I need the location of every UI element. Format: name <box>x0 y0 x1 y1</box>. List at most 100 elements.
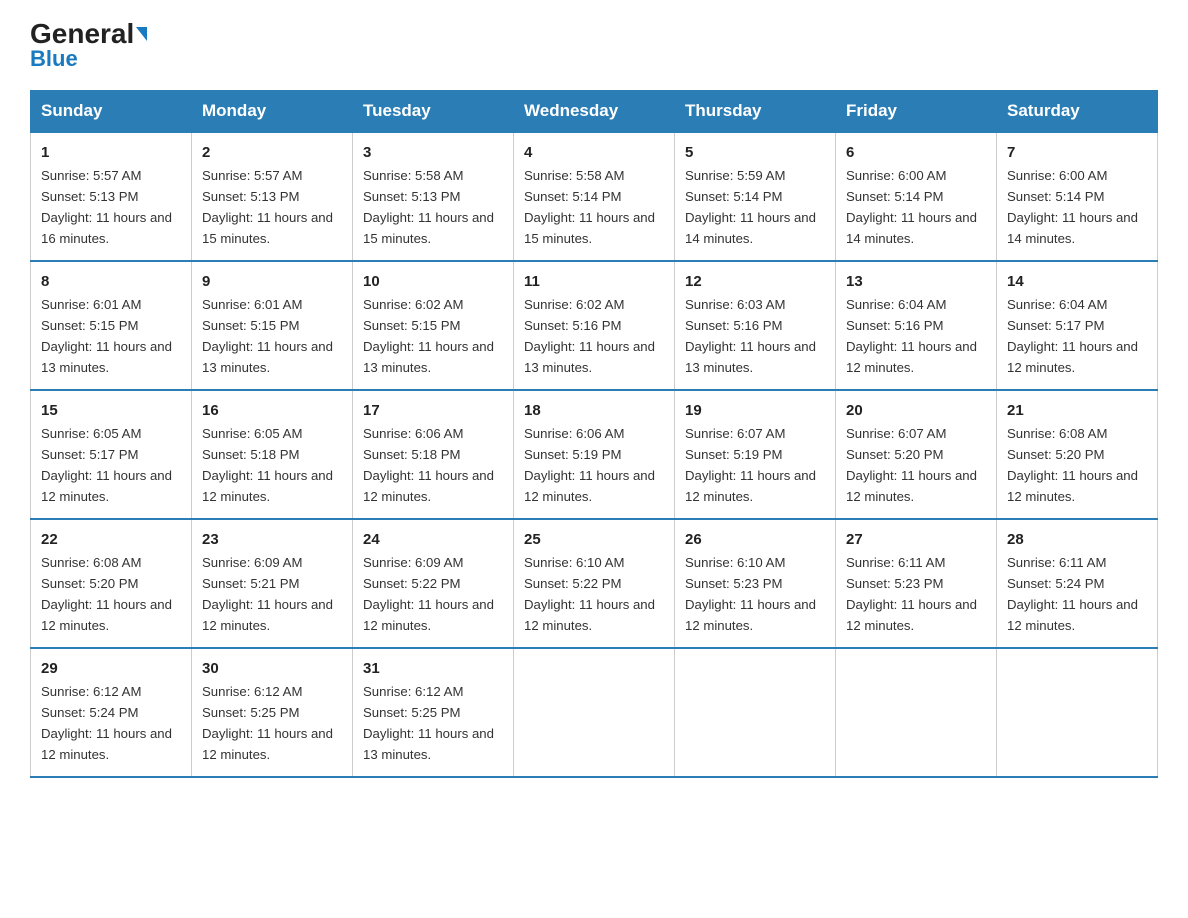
sunrise-info: Sunrise: 5:57 AM <box>202 168 302 183</box>
calendar-cell: 9 Sunrise: 6:01 AM Sunset: 5:15 PM Dayli… <box>192 261 353 390</box>
calendar-cell: 25 Sunrise: 6:10 AM Sunset: 5:22 PM Dayl… <box>514 519 675 648</box>
calendar-cell: 15 Sunrise: 6:05 AM Sunset: 5:17 PM Dayl… <box>31 390 192 519</box>
sunset-info: Sunset: 5:17 PM <box>1007 318 1105 333</box>
daylight-info: Daylight: 11 hours and 12 minutes. <box>363 597 494 633</box>
weekday-header-monday: Monday <box>192 91 353 133</box>
calendar-cell: 14 Sunrise: 6:04 AM Sunset: 5:17 PM Dayl… <box>997 261 1158 390</box>
sunset-info: Sunset: 5:20 PM <box>41 576 139 591</box>
sunrise-info: Sunrise: 6:09 AM <box>363 555 463 570</box>
sunset-info: Sunset: 5:20 PM <box>846 447 944 462</box>
day-number: 24 <box>363 528 503 551</box>
day-number: 17 <box>363 399 503 422</box>
sunset-info: Sunset: 5:17 PM <box>41 447 139 462</box>
calendar-cell: 22 Sunrise: 6:08 AM Sunset: 5:20 PM Dayl… <box>31 519 192 648</box>
sunrise-info: Sunrise: 6:11 AM <box>846 555 945 570</box>
sunrise-info: Sunrise: 6:10 AM <box>524 555 624 570</box>
logo-general: General <box>30 20 147 48</box>
daylight-info: Daylight: 11 hours and 12 minutes. <box>1007 339 1138 375</box>
logo-blue: Blue <box>30 46 78 72</box>
sunrise-info: Sunrise: 6:07 AM <box>685 426 785 441</box>
daylight-info: Daylight: 11 hours and 13 minutes. <box>202 339 333 375</box>
sunrise-info: Sunrise: 6:06 AM <box>524 426 624 441</box>
sunset-info: Sunset: 5:22 PM <box>363 576 461 591</box>
day-number: 2 <box>202 141 342 164</box>
sunset-info: Sunset: 5:16 PM <box>846 318 944 333</box>
day-number: 5 <box>685 141 825 164</box>
calendar-cell: 23 Sunrise: 6:09 AM Sunset: 5:21 PM Dayl… <box>192 519 353 648</box>
sunrise-info: Sunrise: 5:57 AM <box>41 168 141 183</box>
day-number: 9 <box>202 270 342 293</box>
daylight-info: Daylight: 11 hours and 15 minutes. <box>202 210 333 246</box>
sunset-info: Sunset: 5:23 PM <box>685 576 783 591</box>
weekday-header-thursday: Thursday <box>675 91 836 133</box>
sunset-info: Sunset: 5:19 PM <box>524 447 622 462</box>
day-number: 11 <box>524 270 664 293</box>
sunrise-info: Sunrise: 6:12 AM <box>363 684 463 699</box>
sunset-info: Sunset: 5:24 PM <box>1007 576 1105 591</box>
calendar-cell: 1 Sunrise: 5:57 AM Sunset: 5:13 PM Dayli… <box>31 132 192 261</box>
sunset-info: Sunset: 5:14 PM <box>846 189 944 204</box>
calendar-cell: 18 Sunrise: 6:06 AM Sunset: 5:19 PM Dayl… <box>514 390 675 519</box>
calendar-cell: 31 Sunrise: 6:12 AM Sunset: 5:25 PM Dayl… <box>353 648 514 777</box>
day-number: 16 <box>202 399 342 422</box>
sunset-info: Sunset: 5:21 PM <box>202 576 300 591</box>
sunrise-info: Sunrise: 6:11 AM <box>1007 555 1106 570</box>
daylight-info: Daylight: 11 hours and 12 minutes. <box>1007 597 1138 633</box>
sunrise-info: Sunrise: 6:10 AM <box>685 555 785 570</box>
day-number: 20 <box>846 399 986 422</box>
sunrise-info: Sunrise: 6:09 AM <box>202 555 302 570</box>
daylight-info: Daylight: 11 hours and 12 minutes. <box>202 468 333 504</box>
calendar-cell <box>997 648 1158 777</box>
calendar-cell: 26 Sunrise: 6:10 AM Sunset: 5:23 PM Dayl… <box>675 519 836 648</box>
day-number: 23 <box>202 528 342 551</box>
sunrise-info: Sunrise: 6:07 AM <box>846 426 946 441</box>
day-number: 4 <box>524 141 664 164</box>
daylight-info: Daylight: 11 hours and 12 minutes. <box>41 726 172 762</box>
day-number: 25 <box>524 528 664 551</box>
sunrise-info: Sunrise: 5:58 AM <box>524 168 624 183</box>
sunset-info: Sunset: 5:14 PM <box>1007 189 1105 204</box>
sunset-info: Sunset: 5:15 PM <box>363 318 461 333</box>
calendar-week-1: 1 Sunrise: 5:57 AM Sunset: 5:13 PM Dayli… <box>31 132 1158 261</box>
calendar-cell: 30 Sunrise: 6:12 AM Sunset: 5:25 PM Dayl… <box>192 648 353 777</box>
sunset-info: Sunset: 5:14 PM <box>685 189 783 204</box>
sunrise-info: Sunrise: 6:05 AM <box>41 426 141 441</box>
sunset-info: Sunset: 5:18 PM <box>363 447 461 462</box>
day-number: 8 <box>41 270 181 293</box>
day-number: 14 <box>1007 270 1147 293</box>
calendar-cell: 24 Sunrise: 6:09 AM Sunset: 5:22 PM Dayl… <box>353 519 514 648</box>
daylight-info: Daylight: 11 hours and 12 minutes. <box>41 468 172 504</box>
calendar-cell: 11 Sunrise: 6:02 AM Sunset: 5:16 PM Dayl… <box>514 261 675 390</box>
sunset-info: Sunset: 5:19 PM <box>685 447 783 462</box>
daylight-info: Daylight: 11 hours and 12 minutes. <box>846 468 977 504</box>
sunset-info: Sunset: 5:25 PM <box>363 705 461 720</box>
logo: General Blue <box>30 20 147 72</box>
sunset-info: Sunset: 5:23 PM <box>846 576 944 591</box>
daylight-info: Daylight: 11 hours and 12 minutes. <box>524 468 655 504</box>
calendar-week-5: 29 Sunrise: 6:12 AM Sunset: 5:24 PM Dayl… <box>31 648 1158 777</box>
sunset-info: Sunset: 5:15 PM <box>41 318 139 333</box>
sunrise-info: Sunrise: 6:00 AM <box>846 168 946 183</box>
daylight-info: Daylight: 11 hours and 13 minutes. <box>524 339 655 375</box>
day-number: 12 <box>685 270 825 293</box>
page-header: General Blue <box>30 20 1158 72</box>
sunrise-info: Sunrise: 6:04 AM <box>846 297 946 312</box>
daylight-info: Daylight: 11 hours and 12 minutes. <box>202 597 333 633</box>
day-number: 7 <box>1007 141 1147 164</box>
daylight-info: Daylight: 11 hours and 13 minutes. <box>363 726 494 762</box>
calendar-cell: 19 Sunrise: 6:07 AM Sunset: 5:19 PM Dayl… <box>675 390 836 519</box>
day-number: 18 <box>524 399 664 422</box>
daylight-info: Daylight: 11 hours and 15 minutes. <box>524 210 655 246</box>
weekday-header-wednesday: Wednesday <box>514 91 675 133</box>
sunrise-info: Sunrise: 6:05 AM <box>202 426 302 441</box>
daylight-info: Daylight: 11 hours and 13 minutes. <box>41 339 172 375</box>
weekday-header-saturday: Saturday <box>997 91 1158 133</box>
day-number: 22 <box>41 528 181 551</box>
sunrise-info: Sunrise: 6:08 AM <box>41 555 141 570</box>
daylight-info: Daylight: 11 hours and 15 minutes. <box>363 210 494 246</box>
daylight-info: Daylight: 11 hours and 12 minutes. <box>1007 468 1138 504</box>
sunrise-info: Sunrise: 6:01 AM <box>202 297 302 312</box>
day-number: 29 <box>41 657 181 680</box>
day-number: 10 <box>363 270 503 293</box>
sunset-info: Sunset: 5:13 PM <box>202 189 300 204</box>
